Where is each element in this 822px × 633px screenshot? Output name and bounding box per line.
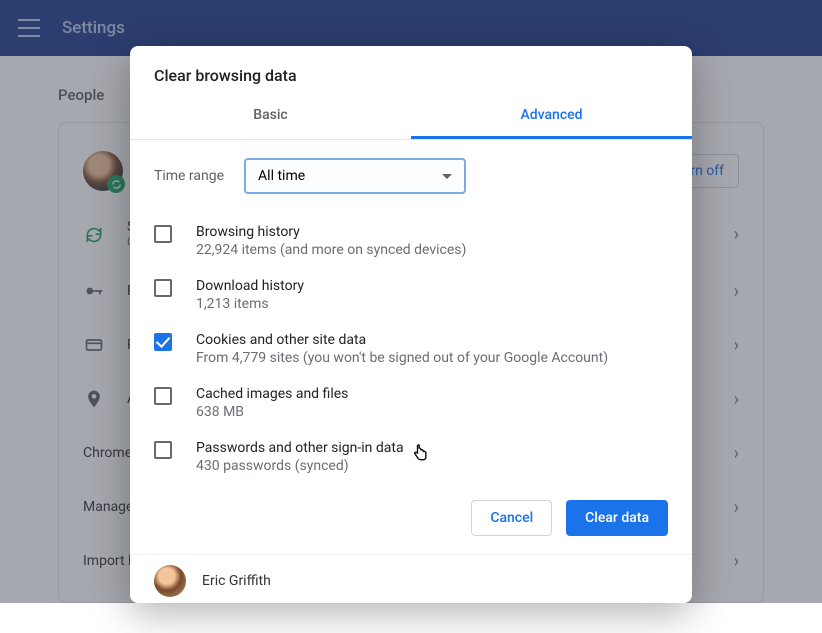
chevron-down-icon (442, 174, 452, 179)
check-subtitle: 638 MB (196, 404, 348, 420)
check-row[interactable]: Download history 1,213 items (154, 268, 668, 322)
dialog-actions: Cancel Clear data (130, 484, 692, 554)
dialog-title: Clear browsing data (130, 46, 692, 95)
check-subtitle: From 4,779 sites (you won't be signed ou… (196, 350, 608, 366)
check-row[interactable]: Passwords and other sign-in data 430 pas… (154, 430, 668, 484)
check-row[interactable]: Browsing history 22,924 items (and more … (154, 214, 668, 268)
checkbox[interactable] (154, 333, 172, 351)
check-title: Cached images and files (196, 386, 348, 402)
clear-data-button[interactable]: Clear data (566, 500, 668, 536)
checkbox[interactable] (154, 225, 172, 243)
time-range-value: All time (258, 168, 305, 184)
cancel-button[interactable]: Cancel (471, 500, 552, 536)
check-title: Passwords and other sign-in data (196, 440, 404, 456)
check-subtitle: 1,213 items (196, 296, 304, 312)
check-subtitle: 430 passwords (synced) (196, 458, 404, 474)
checkbox[interactable] (154, 387, 172, 405)
tab-basic[interactable]: Basic (130, 95, 411, 139)
dialog-tabs: Basic Advanced (130, 95, 692, 140)
clear-data-dialog: Clear browsing data Basic Advanced Time … (130, 46, 692, 603)
dialog-body: Time range All time Browsing history 22,… (130, 140, 692, 484)
footer-user: Eric Griffith (202, 573, 271, 589)
check-row[interactable]: Cached images and files 638 MB (154, 376, 668, 430)
modal-overlay: Clear browsing data Basic Advanced Time … (0, 0, 822, 603)
tab-advanced[interactable]: Advanced (411, 95, 692, 139)
check-title: Cookies and other site data (196, 332, 608, 348)
dialog-footer: Eric Griffith (130, 554, 692, 603)
footer-avatar (154, 565, 186, 597)
checkbox[interactable] (154, 441, 172, 459)
time-range-row: Time range All time (154, 158, 668, 194)
check-row[interactable]: Cookies and other site data From 4,779 s… (154, 322, 668, 376)
checkbox[interactable] (154, 279, 172, 297)
check-title: Browsing history (196, 224, 466, 240)
time-range-select[interactable]: All time (244, 158, 466, 194)
time-range-label: Time range (154, 168, 224, 184)
check-title: Download history (196, 278, 304, 294)
check-subtitle: 22,924 items (and more on synced devices… (196, 242, 466, 258)
